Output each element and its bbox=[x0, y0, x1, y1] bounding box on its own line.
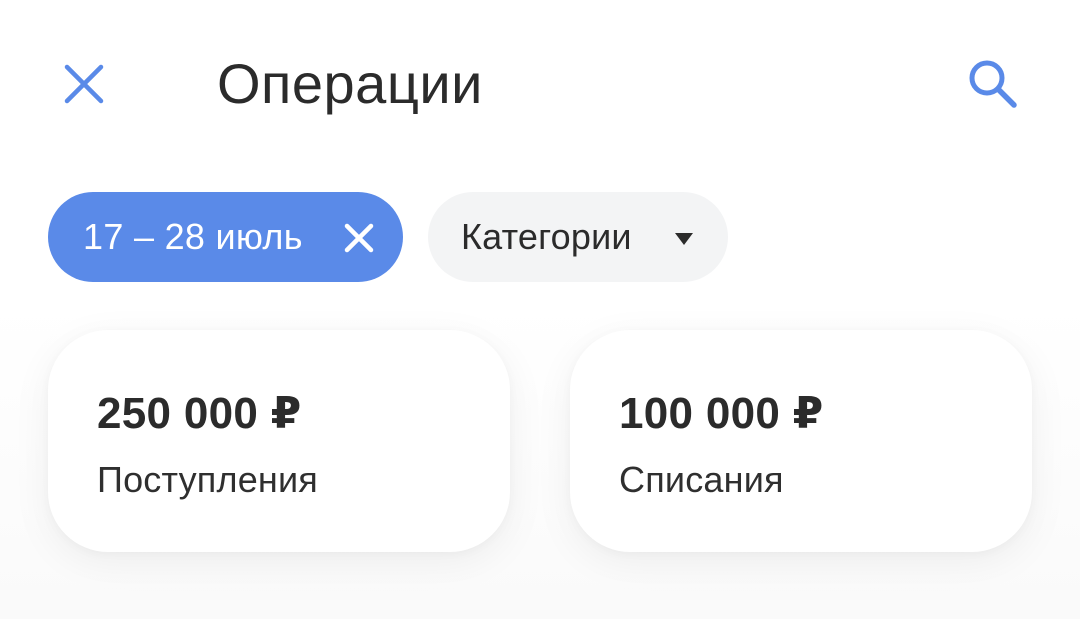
expense-label: Списания bbox=[619, 459, 784, 500]
date-range-filter-chip[interactable]: 17 – 28 июль bbox=[48, 192, 403, 282]
expense-amount: 100 000 ₽ bbox=[619, 389, 824, 438]
income-summary-card[interactable]: 250 000 ₽ Поступления bbox=[48, 330, 510, 552]
close-icon bbox=[344, 223, 374, 253]
search-icon bbox=[969, 60, 1017, 108]
close-icon bbox=[64, 64, 104, 104]
income-label: Поступления bbox=[97, 459, 318, 500]
close-button[interactable] bbox=[56, 56, 112, 112]
clear-date-filter-button[interactable] bbox=[343, 222, 375, 254]
search-button[interactable] bbox=[960, 54, 1026, 114]
category-filter-dropdown[interactable]: Категории bbox=[428, 192, 728, 282]
expense-summary-card[interactable]: 100 000 ₽ Списания bbox=[570, 330, 1032, 552]
page-title: Операции bbox=[217, 52, 483, 115]
operations-screen: Операции 17 – 28 июль Категории 250 000 … bbox=[0, 0, 1080, 619]
category-filter-label: Категории bbox=[461, 216, 632, 257]
income-amount: 250 000 ₽ bbox=[97, 389, 302, 438]
date-range-label: 17 – 28 июль bbox=[83, 216, 303, 257]
caret-down-icon bbox=[675, 233, 693, 245]
